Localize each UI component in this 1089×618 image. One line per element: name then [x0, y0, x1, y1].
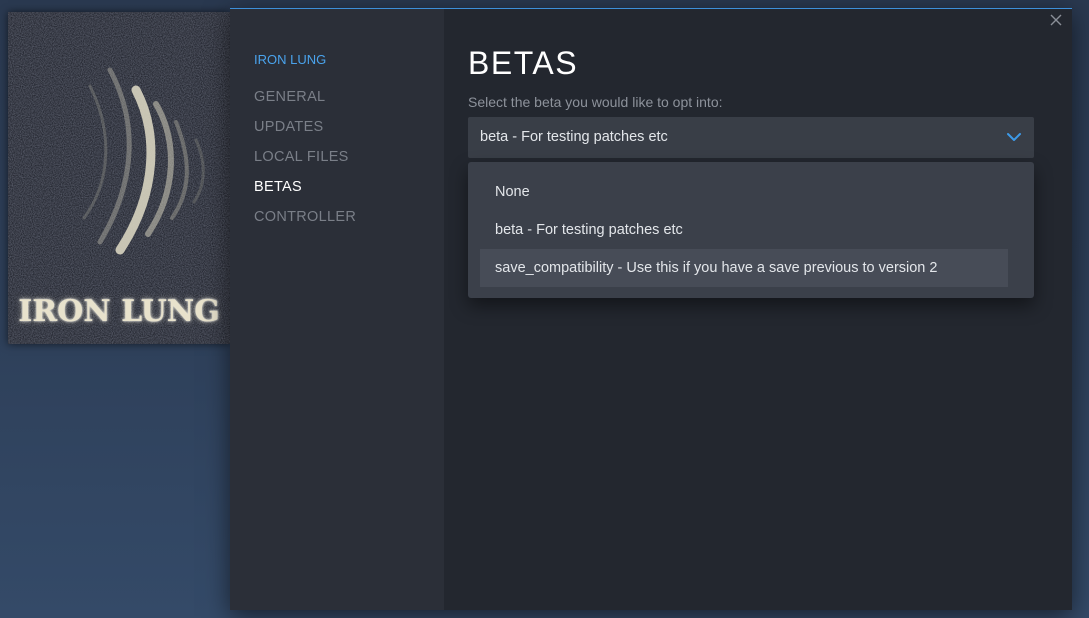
beta-option-save-compatibility[interactable]: save_compatibility - Use this if you hav…	[480, 249, 1008, 287]
beta-option-none[interactable]: None	[480, 173, 1008, 211]
sidebar-item-general[interactable]: GENERAL	[254, 88, 356, 118]
sidebar-game-name: IRON LUNG	[254, 52, 327, 67]
capsule-title-text: IRON LUNG	[18, 294, 220, 329]
beta-select-value: beta - For testing patches etc	[480, 129, 668, 145]
sidebar-item-updates[interactable]: UPDATES	[254, 118, 356, 148]
main-content: BETAS Select the beta you would like to …	[468, 9, 1072, 610]
betas-subtitle: Select the beta you would like to opt in…	[468, 94, 723, 110]
page-title: BETAS	[468, 45, 579, 81]
sidebar: IRON LUNG GENERAL UPDATES LOCAL FILES BE…	[230, 9, 444, 610]
sidebar-nav: GENERAL UPDATES LOCAL FILES BETAS CONTRO…	[254, 88, 356, 238]
chevron-down-icon	[1007, 133, 1021, 141]
beta-select[interactable]: beta - For testing patches etc	[468, 117, 1034, 158]
properties-dialog: IRON LUNG GENERAL UPDATES LOCAL FILES BE…	[230, 8, 1072, 610]
game-capsule-image: IRON LUNG	[8, 12, 230, 344]
sidebar-item-local-files[interactable]: LOCAL FILES	[254, 148, 356, 178]
sidebar-item-betas[interactable]: BETAS	[254, 178, 356, 208]
beta-option-beta[interactable]: beta - For testing patches etc	[480, 211, 1008, 249]
sidebar-item-controller[interactable]: CONTROLLER	[254, 208, 356, 238]
beta-dropdown-menu: None beta - For testing patches etc save…	[468, 162, 1034, 298]
